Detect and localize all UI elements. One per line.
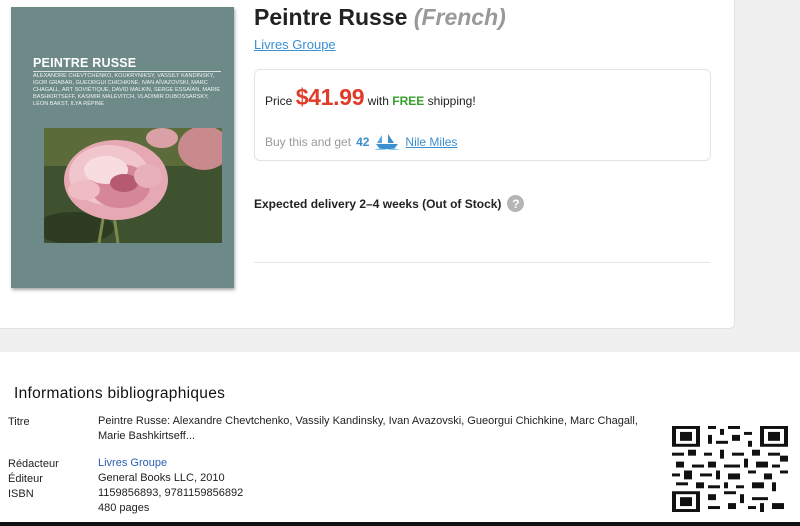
price-line: Price $41.99 with FREE shipping! [265, 84, 476, 111]
carnation-image [44, 128, 222, 243]
shipping-prefix: with [367, 94, 389, 108]
editor-value-wrap: Livres Groupe [98, 456, 658, 471]
delivery-text: Expected delivery 2–4 weeks (Out of Stoc… [254, 196, 502, 211]
miles-line: Buy this and get 42 Nile Miles [265, 134, 457, 150]
product-card: PEINTRE RUSSE ALEXANDRE CHEVTCHENKO, KOU… [0, 0, 735, 329]
cover-title: PEINTRE RUSSE [33, 56, 137, 70]
price-prefix: Price [265, 94, 293, 108]
boat-icon [374, 134, 401, 150]
qr-code [672, 426, 788, 512]
editor-link[interactable]: Livres Groupe [98, 457, 167, 469]
free-label: FREE [392, 94, 425, 108]
cover-divider [33, 71, 221, 72]
bibliography-heading: Informations bibliographiques [14, 385, 226, 402]
miles-count: 42 [356, 135, 370, 149]
author-link[interactable]: Livres Groupe [254, 37, 336, 52]
section-divider [254, 262, 710, 263]
price-value: $41.99 [295, 84, 365, 110]
title-value: Peintre Russe: Alexandre Chevtchenko, Va… [98, 415, 638, 442]
product-title: Peintre Russe (French) [254, 4, 506, 31]
price-box: Price $41.99 with FREE shipping! Buy thi… [254, 69, 711, 161]
title-text: Peintre Russe [254, 4, 408, 30]
publisher-value: General Books LLC, 2010 [98, 472, 225, 484]
title-label: Titre [8, 416, 30, 428]
title-language: (French) [413, 4, 506, 30]
editor-label: Rédacteur [8, 458, 59, 470]
isbn-label: ISBN [8, 488, 34, 500]
bottom-border [0, 522, 800, 526]
miles-prefix: Buy this and get [265, 135, 352, 149]
isbn-value: 1159856893, 9781159856892 [98, 487, 244, 499]
help-icon[interactable]: ? [507, 195, 525, 212]
cover-authors: ALEXANDRE CHEVTCHENKO, KOUKRYNIKSY, VASS… [33, 73, 221, 108]
publisher-label: Éditeur [8, 473, 43, 485]
book-cover[interactable]: PEINTRE RUSSE ALEXANDRE CHEVTCHENKO, KOU… [11, 7, 234, 288]
shipping-suffix: shipping! [427, 94, 476, 108]
nile-miles-link[interactable]: Nile Miles [405, 135, 457, 149]
pages-value: 480 pages [98, 502, 150, 514]
delivery-info: Expected delivery 2–4 weeks (Out of Stoc… [254, 195, 525, 212]
